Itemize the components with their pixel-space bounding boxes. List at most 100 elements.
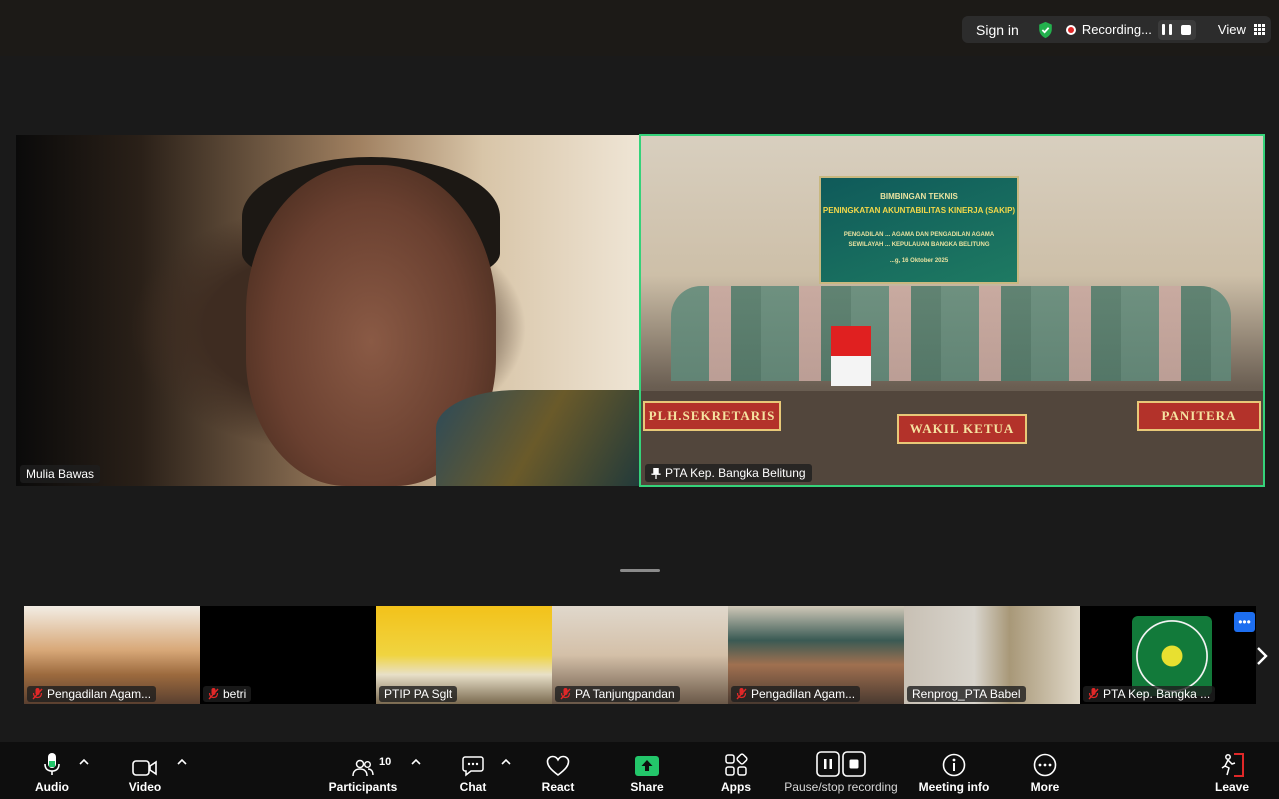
mic-muted-icon [32,688,43,700]
top-bar: Sign in Recording... View [0,0,1279,56]
chat-button[interactable]: Chat [455,742,491,799]
meeting-info-button[interactable]: Meeting info [918,742,990,799]
top-controls: Sign in Recording... View [962,16,1271,43]
thumbnail-participant-name: betri [223,687,247,701]
banner-line: ...g, 16 Oktober 2025 [889,258,949,264]
gallery-resize-handle[interactable] [620,569,660,572]
banner-line: BIMBINGAN TEKNIS [880,192,958,201]
heart-icon [546,755,570,777]
thumbnail-name-tag: Pengadilan Agam... [27,686,157,702]
grid-view-icon[interactable] [1253,24,1265,35]
video-label: Video [128,780,162,794]
chevron-up-icon[interactable] [177,758,187,766]
chat-label: Chat [459,780,487,794]
leave-label: Leave [1214,780,1250,794]
recording-controls [1157,19,1196,40]
chevron-up-icon[interactable] [501,758,511,766]
tile-more-options-button[interactable]: ••• [1234,612,1255,632]
microphone-icon [44,753,60,775]
participants-icon [352,759,374,777]
participant-name: PTA Kep. Bangka Belitung [665,466,806,480]
recording-status[interactable]: Recording... [1082,22,1152,37]
chevron-right-icon[interactable] [1252,645,1272,667]
chat-bubble-icon [462,756,484,777]
banner-line: SEWILAYAH ... KEPULAUAN BANGKA BELITUNG [848,242,990,248]
pause-icon[interactable] [1162,24,1173,35]
court-logo [1132,616,1212,696]
nameplate: WAKIL KETUA [897,414,1027,444]
leave-button[interactable]: Leave [1212,742,1252,799]
react-label: React [541,780,575,794]
mic-muted-icon [1088,688,1099,700]
view-button[interactable]: View [1218,22,1246,37]
shield-check-icon[interactable] [1037,21,1054,39]
more-icon [1033,753,1057,777]
video-tile-pta-kep-bangka-belitung[interactable]: BIMBINGAN TEKNIS PENINGKATAN AKUNTABILIT… [639,134,1265,487]
chevron-up-icon[interactable] [79,758,89,766]
thumbnail-tile[interactable]: Renprog_PTA Babel [904,606,1080,704]
video-tile-mulia-bawas[interactable]: Mulia Bawas [16,135,639,486]
react-button[interactable]: React [538,742,578,799]
audio-button[interactable]: Audio [33,742,71,799]
participants-label: Participants [328,780,398,794]
mic-muted-icon [560,688,571,700]
participant-shirt [436,390,639,486]
apps-icon [725,753,748,776]
pause-stop-recording-label: Pause/stop recording [784,780,898,794]
nameplate: PLH.SEKRETARIS [643,401,781,431]
sign-in-link[interactable]: Sign in [976,22,1019,38]
info-icon [942,753,966,777]
thumbnail-tile[interactable]: Pengadilan Agam... [24,606,200,704]
thumbnail-tile[interactable]: PTA Kep. Bangka ... [1080,606,1256,704]
apps-button[interactable]: Apps [716,742,756,799]
share-screen-icon [635,756,659,776]
more-label: More [1030,780,1060,794]
event-banner: BIMBINGAN TEKNIS PENINGKATAN AKUNTABILIT… [819,176,1019,284]
banner-line: PENINGKATAN AKUNTABILITAS KINERJA (SAKIP… [822,206,1016,215]
participants-button[interactable]: Participants [328,742,398,799]
thumbnail-participant-name: PTIP PA Sglt [384,687,453,701]
video-button[interactable]: Video [126,742,164,799]
thumbnail-name-tag: PTA Kep. Bangka ... [1083,686,1216,702]
meeting-info-label: Meeting info [918,780,990,794]
video-camera-icon [132,760,157,776]
thumbnail-name-tag: Renprog_PTA Babel [907,686,1026,702]
more-button[interactable]: More [1026,742,1064,799]
recording-dot-icon [1065,24,1076,35]
nameplate: PANITERA [1137,401,1261,431]
thumbnail-name-tag: PA Tanjungpandan [555,686,680,702]
pause-stop-recording-button[interactable]: Pause/stop recording [780,742,902,799]
thumbnail-tile[interactable]: PA Tanjungpandan [552,606,728,704]
pin-icon [651,467,661,479]
participant-name: Mulia Bawas [26,467,95,481]
share-button[interactable]: Share [627,742,667,799]
thumbnail-participant-name: Pengadilan Agam... [751,687,856,701]
indonesia-flag [831,326,871,386]
thumbnail-name-tag: betri [203,686,252,702]
participant-name-tag: Mulia Bawas [20,465,101,483]
thumbnail-tile[interactable]: PTIP PA Sglt [376,606,552,704]
thumbnail-participant-name: PTA Kep. Bangka ... [1103,687,1211,701]
thumbnail-participant-name: Renprog_PTA Babel [912,687,1021,701]
participants-count: 10 [379,756,392,768]
thumbnail-name-tag: PTIP PA Sglt [379,686,458,702]
audio-label: Audio [35,780,69,794]
share-label: Share [630,780,664,794]
thumbnail-participant-name: PA Tanjungpandan [575,687,675,701]
mic-muted-icon [208,688,219,700]
pause-stop-recording-icon [816,751,866,777]
chevron-up-icon[interactable] [411,758,421,766]
meeting-toolbar: Audio Video Participants 10 Chat React S… [0,742,1279,799]
thumbnail-strip: Pengadilan Agam... betri PTIP PA Sglt PA Ta… [24,606,1256,704]
seated-participants [671,286,1231,381]
thumbnail-name-tag: Pengadilan Agam... [731,686,861,702]
stop-icon[interactable] [1181,24,1192,35]
thumbnail-tile[interactable]: betri [200,606,376,704]
participant-name-tag: PTA Kep. Bangka Belitung [645,464,812,482]
banner-line: PENGADILAN ... AGAMA DAN PENGADILAN AGAM… [843,232,995,238]
thumbnail-participant-name: Pengadilan Agam... [47,687,152,701]
leave-icon [1221,753,1244,777]
mic-muted-icon [736,688,747,700]
apps-label: Apps [721,780,751,794]
thumbnail-tile[interactable]: Pengadilan Agam... [728,606,904,704]
